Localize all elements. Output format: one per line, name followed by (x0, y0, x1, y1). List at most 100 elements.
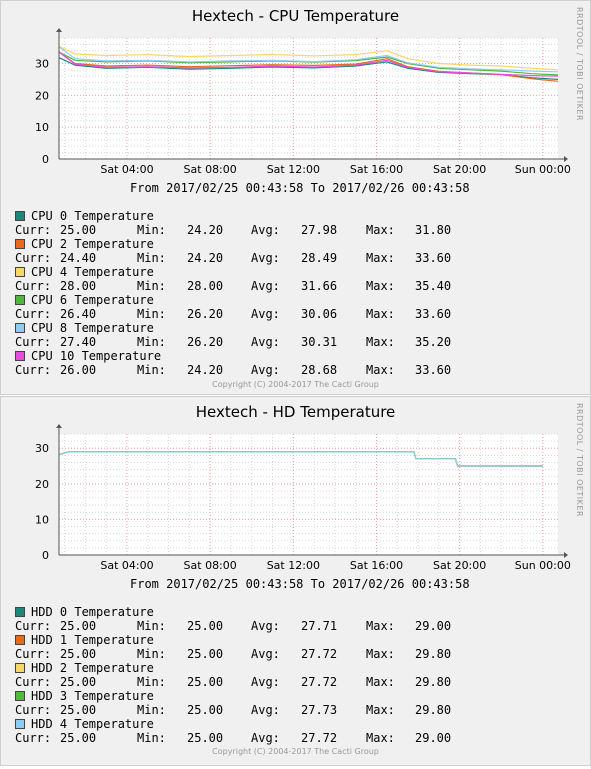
legend-swatch (15, 607, 25, 617)
x-axis-arrow (564, 156, 568, 162)
x-tick-label: Sat 08:00 (184, 559, 237, 572)
x-tick-label: Sat 08:00 (184, 163, 237, 176)
stat-value-curr: 25.00 (60, 703, 97, 717)
legend-entry: CPU 6 Temperature (15, 293, 161, 307)
stat-value-curr: 28.00 (60, 279, 97, 293)
stat-value-avg: 27.72 (301, 675, 338, 689)
stat-label-max: Max: (366, 251, 395, 265)
y-tick-label: 20 (35, 89, 49, 102)
y-tick-label: 30 (35, 57, 49, 70)
x-tick-label: Sat 16:00 (350, 163, 403, 176)
x-tick-label: Sat 20:00 (433, 163, 486, 176)
stat-value-max: 35.40 (415, 279, 452, 293)
stat-value-max: 29.00 (415, 619, 452, 633)
stat-label-avg: Avg: (251, 619, 280, 633)
legend-label: CPU 8 Temperature (31, 321, 154, 335)
stat-value-avg: 27.72 (301, 731, 338, 745)
stat-label-curr: Curr: (15, 251, 52, 265)
stat-label-avg: Avg: (251, 675, 280, 689)
legend-entry: HDD 3 Temperature (15, 689, 154, 703)
hdd-temperature-graph[interactable]: Hextech - HD Temperature RRDTOOL / TOBI … (0, 396, 591, 766)
y-axis-arrow (56, 28, 62, 32)
legend-entry: HDD 1 Temperature (15, 633, 154, 647)
stat-value-max: 33.60 (415, 307, 452, 321)
stat-label-curr: Curr: (15, 731, 52, 745)
stat-value-min: 25.00 (187, 731, 224, 745)
stat-value-min: 25.00 (187, 647, 224, 661)
legend-swatch (15, 351, 25, 361)
stat-label-max: Max: (366, 335, 395, 349)
stat-label-max: Max: (366, 223, 395, 237)
stat-value-max: 35.20 (415, 335, 452, 349)
stat-value-min: 26.20 (187, 307, 224, 321)
stat-label-min: Min: (137, 279, 166, 293)
x-tick-label: Sat 16:00 (350, 559, 403, 572)
stat-value-max: 29.80 (415, 703, 452, 717)
stat-label-max: Max: (366, 703, 395, 717)
legend-label: CPU 2 Temperature (31, 237, 154, 251)
stat-label-curr: Curr: (15, 675, 52, 689)
stat-label-curr: Curr: (15, 703, 52, 717)
legend-entry: CPU 8 Temperature (15, 321, 161, 335)
stat-value-avg: 30.31 (301, 335, 338, 349)
stat-value-avg: 27.98 (301, 223, 338, 237)
legend-entry: CPU 0 Temperature (15, 209, 161, 223)
x-axis-arrow (564, 552, 568, 558)
stat-value-avg: 27.71 (301, 619, 338, 633)
stat-value-curr: 25.00 (60, 619, 97, 633)
x-tick-label: Sun 00:00 (515, 559, 571, 572)
legend-swatch (15, 719, 25, 729)
legend-stats: Curr: 25.00 Min: 25.00 Avg: 27.71 Max: 29.00 (15, 619, 451, 633)
cpu-temperature-graph[interactable]: Hextech - CPU Temperature RRDTOOL / TOBI… (0, 0, 591, 395)
stat-label-curr: Curr: (15, 335, 52, 349)
stat-value-max: 29.80 (415, 647, 452, 661)
legend-entry: HDD 4 Temperature (15, 717, 154, 731)
legend-label: HDD 2 Temperature (31, 661, 154, 675)
stat-value-max: 31.80 (415, 223, 452, 237)
stat-label-max: Max: (366, 731, 395, 745)
stat-label-min: Min: (137, 363, 166, 377)
y-tick-label: 0 (42, 549, 49, 562)
legend-entry: HDD 0 Temperature (15, 605, 154, 619)
stat-label-max: Max: (366, 647, 395, 661)
legend-swatch (15, 635, 25, 645)
stat-value-min: 24.20 (187, 363, 224, 377)
cpu-plot-area: 0 10 20 30 Sat 04:00 Sat 08:00 Sat 12:00 Sat 16… (35, 28, 571, 176)
legend-entry: HDD 2 Temperature (15, 661, 154, 675)
legend-stats: Curr: 25.00 Min: 24.20 Avg: 27.98 Max: 31.80 (15, 223, 451, 237)
y-tick-label: 0 (42, 153, 49, 166)
stat-label-curr: Curr: (15, 363, 52, 377)
legend-stats: Curr: 25.00 Min: 25.00 Avg: 27.72 Max: 29.80 (15, 675, 451, 689)
x-tick-label: Sat 20:00 (433, 559, 486, 572)
stat-value-curr: 24.40 (60, 251, 97, 265)
legend-label: CPU 0 Temperature (31, 209, 154, 223)
legend-stats: Curr: 28.00 Min: 28.00 Avg: 31.66 Max: 35.40 (15, 279, 451, 293)
legend-entry: CPU 4 Temperature (15, 265, 161, 279)
x-tick-label: Sat 04:00 (100, 559, 153, 572)
legend-swatch (15, 267, 25, 277)
stat-value-min: 24.20 (187, 223, 224, 237)
stat-value-min: 28.00 (187, 279, 224, 293)
stat-label-max: Max: (366, 363, 395, 377)
hdd-legend: HDD 0 Temperature Curr: 25.00 Min: 25.00 Avg:… (15, 605, 451, 745)
stat-value-min: 25.00 (187, 703, 224, 717)
legend-stats: Curr: 26.00 Min: 24.20 Avg: 28.68 Max: 33.60 (15, 363, 451, 377)
stat-label-avg: Avg: (251, 363, 280, 377)
legend-label: CPU 4 Temperature (31, 265, 154, 279)
y-tick-label: 30 (35, 442, 49, 455)
stat-value-curr: 26.00 (60, 363, 97, 377)
y-axis-arrow (56, 424, 62, 428)
cpu-time-range: From 2017/02/25 00:43:58 To 2017/02/26 0… (130, 181, 470, 195)
cpu-copyright: Copyright (C) 2004-2017 The Cacti Group (212, 380, 379, 389)
legend-swatch (15, 663, 25, 673)
stat-label-min: Min: (137, 647, 166, 661)
stat-label-max: Max: (366, 619, 395, 633)
legend-swatch (15, 323, 25, 333)
stat-label-avg: Avg: (251, 307, 280, 321)
stat-label-min: Min: (137, 675, 166, 689)
stat-value-curr: 25.00 (60, 675, 97, 689)
legend-swatch (15, 211, 25, 221)
hdd-time-range: From 2017/02/25 00:43:58 To 2017/02/26 0… (130, 577, 470, 591)
stat-label-avg: Avg: (251, 703, 280, 717)
stat-value-max: 29.00 (415, 731, 452, 745)
